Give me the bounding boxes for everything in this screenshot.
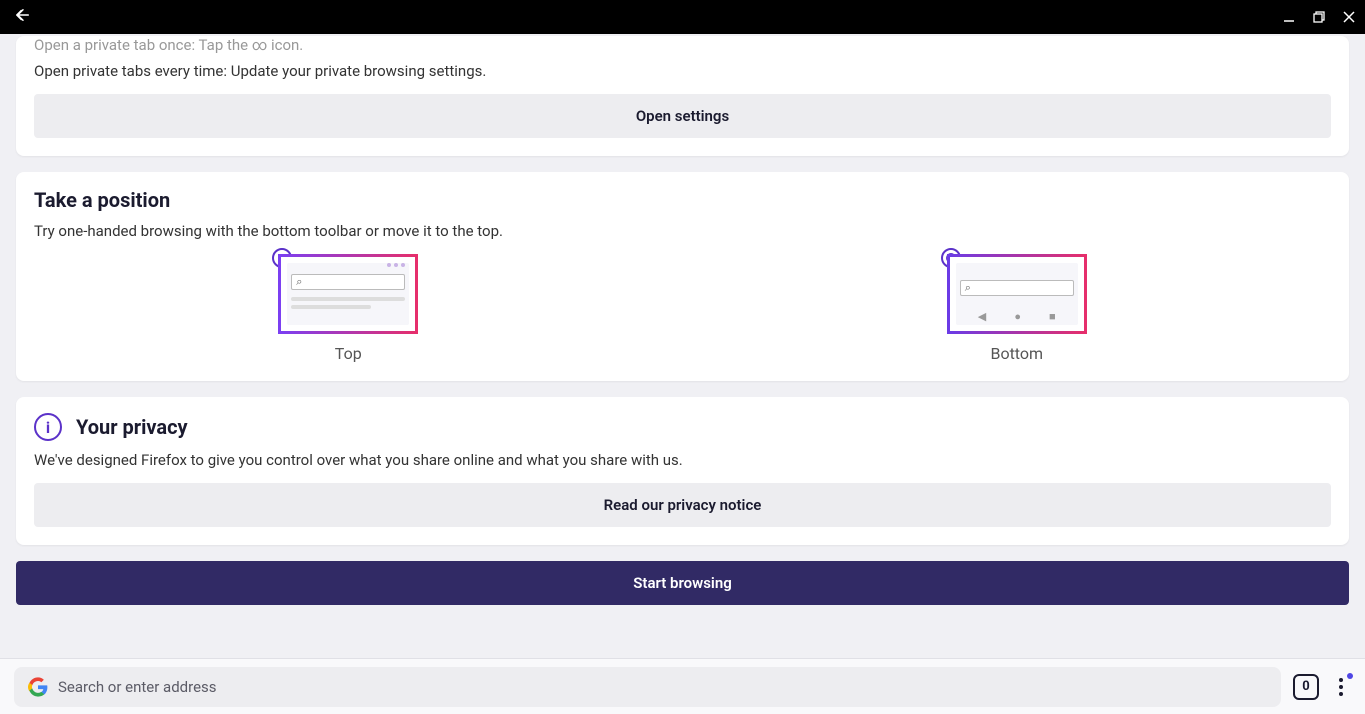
content-area: Open a private tab once: Tap the ∞ icon.… <box>0 34 1365 658</box>
position-card: Take a position Try one-handed browsing … <box>16 172 1349 381</box>
google-icon <box>28 677 48 697</box>
label-top: Top <box>335 344 362 363</box>
info-icon: i <box>34 413 62 441</box>
notification-dot-icon <box>1347 673 1353 679</box>
toolbar-position-top[interactable]: Top <box>34 254 663 363</box>
bottom-toolbar: Search or enter address 0 <box>0 658 1365 714</box>
privacy-body: We've designed Firefox to give you contr… <box>34 451 1331 469</box>
open-settings-button[interactable]: Open settings <box>34 94 1331 138</box>
minimize-button[interactable] <box>1283 11 1295 23</box>
privacy-notice-button[interactable]: Read our privacy notice <box>34 483 1331 527</box>
tab-count-button[interactable]: 0 <box>1293 674 1319 700</box>
thumb-top <box>278 254 418 334</box>
label-bottom: Bottom <box>990 344 1043 363</box>
menu-button[interactable] <box>1331 674 1351 700</box>
start-browsing-button[interactable]: Start browsing <box>16 561 1349 605</box>
position-title: Take a position <box>34 188 1331 212</box>
search-placeholder: Search or enter address <box>58 678 217 696</box>
thumb-bottom: ◀●■ <box>947 254 1087 334</box>
search-input[interactable]: Search or enter address <box>14 667 1281 707</box>
titlebar <box>0 0 1365 34</box>
privacy-title: Your privacy <box>76 415 188 439</box>
private-tab-line2: Open private tabs every time: Update you… <box>34 62 1331 80</box>
private-tabs-card: Open a private tab once: Tap the ∞ icon.… <box>16 36 1349 156</box>
back-icon[interactable] <box>10 6 32 29</box>
window-controls <box>1283 11 1355 23</box>
close-button[interactable] <box>1343 11 1355 23</box>
private-tab-line1: Open a private tab once: Tap the ∞ icon. <box>34 36 1331 54</box>
position-body: Try one-handed browsing with the bottom … <box>34 222 1331 240</box>
maximize-button[interactable] <box>1313 11 1325 23</box>
privacy-card: i Your privacy We've designed Firefox to… <box>16 397 1349 545</box>
toolbar-position-bottom[interactable]: ◀●■ Bottom <box>703 254 1332 363</box>
